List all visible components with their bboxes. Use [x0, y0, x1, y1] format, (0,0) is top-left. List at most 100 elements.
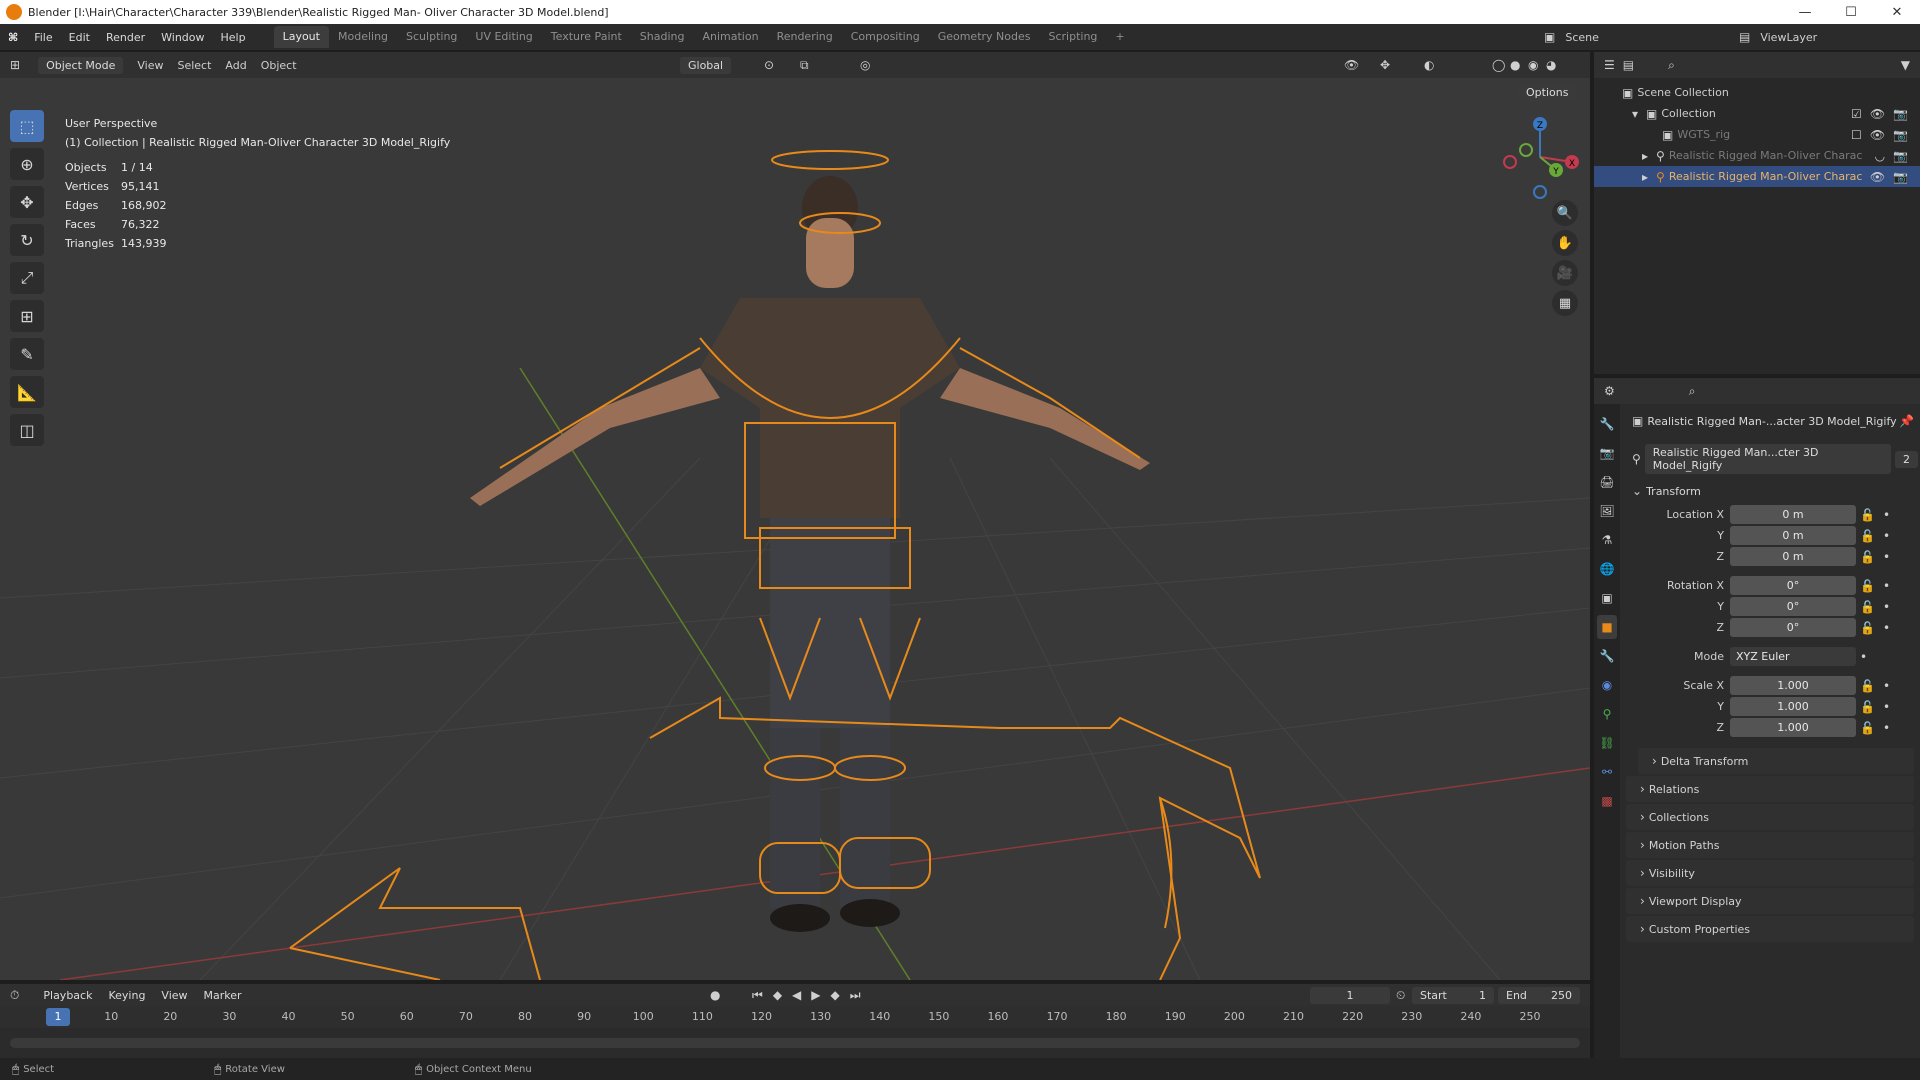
- render-camera-icon[interactable]: 📷: [1893, 107, 1908, 121]
- tab-scripting[interactable]: Scripting: [1039, 26, 1106, 48]
- render-tab-icon[interactable]: 📷: [1597, 441, 1617, 465]
- collections-panel[interactable]: › Collections: [1626, 804, 1914, 830]
- shading-material-icon[interactable]: ◉: [1528, 58, 1538, 72]
- tool-tab-icon[interactable]: 🔧: [1597, 412, 1617, 436]
- object-name[interactable]: Realistic Rigged Man-...acter 3D Model_R…: [1647, 415, 1896, 428]
- tab-compositing[interactable]: Compositing: [842, 26, 929, 48]
- lock-icon[interactable]: 🔓: [1860, 700, 1875, 714]
- constraints-tab-icon[interactable]: ⛓: [1597, 731, 1617, 755]
- jump-end-icon[interactable]: ⏭: [850, 988, 861, 1003]
- menu-timeline-view[interactable]: View: [153, 987, 195, 1004]
- overlay-icon[interactable]: ◐: [1424, 58, 1434, 72]
- search-icon[interactable]: ⌕: [1689, 384, 1696, 399]
- menu-playback[interactable]: Playback: [35, 987, 100, 1004]
- keyframe-dot-icon[interactable]: •: [1883, 621, 1890, 635]
- world-tab-icon[interactable]: 🌐: [1597, 557, 1617, 581]
- lock-icon[interactable]: 🔓: [1860, 579, 1875, 593]
- checkbox-icon[interactable]: ☑: [1851, 107, 1862, 121]
- menu-help[interactable]: Help: [213, 31, 254, 44]
- output-tab-icon[interactable]: 🖨: [1597, 470, 1617, 494]
- gizmo-icon[interactable]: ✥: [1380, 58, 1390, 72]
- custom-properties-panel[interactable]: › Custom Properties: [1626, 916, 1914, 942]
- menu-edit[interactable]: Edit: [61, 31, 98, 44]
- shading-rendered-icon[interactable]: ◕: [1546, 58, 1556, 72]
- tab-animation[interactable]: Animation: [693, 26, 767, 48]
- location-z-field[interactable]: 0 m: [1730, 547, 1856, 566]
- pan-hand-icon[interactable]: ✋: [1552, 230, 1578, 256]
- move-icon[interactable]: ✥: [10, 186, 44, 218]
- measure-icon[interactable]: 📐: [10, 376, 44, 408]
- viewlayer-icon[interactable]: ▤: [1739, 30, 1750, 44]
- bone-tab-icon[interactable]: ⚲: [1597, 702, 1617, 726]
- maximize-icon[interactable]: ☐: [1828, 0, 1874, 24]
- viewport-3d[interactable]: User Perspective (1) Collection | Realis…: [0, 78, 1590, 980]
- shading-wireframe-icon[interactable]: ◯: [1492, 58, 1505, 72]
- add-cube-icon[interactable]: ◫: [10, 414, 44, 446]
- scale-x-field[interactable]: 1.000: [1730, 676, 1856, 695]
- scene-icon[interactable]: ▣: [1544, 30, 1555, 44]
- zoom-icon[interactable]: 🔍: [1552, 200, 1578, 226]
- filter-icon[interactable]: ▼: [1901, 58, 1910, 72]
- visibility-panel[interactable]: › Visibility: [1626, 860, 1914, 886]
- view-layer-tab-icon[interactable]: 🖼: [1597, 499, 1617, 523]
- playhead[interactable]: 1: [46, 1008, 70, 1026]
- scene-tab-icon[interactable]: ⚗: [1597, 528, 1617, 552]
- options-dropdown[interactable]: Options: [1518, 84, 1577, 101]
- start-frame-field[interactable]: Start 1: [1412, 986, 1494, 1004]
- lock-icon[interactable]: 🔓: [1860, 679, 1875, 693]
- end-frame-field[interactable]: End 250: [1498, 986, 1580, 1004]
- proportional-icon[interactable]: ◎: [860, 58, 870, 72]
- tab-rendering[interactable]: Rendering: [768, 26, 842, 48]
- viewport-display-panel[interactable]: › Viewport Display: [1626, 888, 1914, 914]
- transform-section-header[interactable]: ⌄ Transform: [1622, 478, 1918, 504]
- menu-select[interactable]: Select: [177, 59, 211, 72]
- cursor-icon[interactable]: ⊕: [10, 148, 44, 180]
- menu-window[interactable]: Window: [153, 31, 212, 44]
- viewlayer-name[interactable]: ViewLayer: [1760, 31, 1817, 44]
- user-count[interactable]: 2: [1895, 450, 1918, 468]
- camera-icon[interactable]: 🎥: [1552, 260, 1578, 286]
- current-frame-field[interactable]: 1: [1310, 986, 1390, 1004]
- data-tab-icon[interactable]: ⚯: [1597, 760, 1617, 784]
- menu-view[interactable]: View: [137, 59, 163, 72]
- tab-shading[interactable]: Shading: [631, 26, 694, 48]
- delta-transform-panel[interactable]: › Delta Transform: [1638, 748, 1914, 774]
- eye-icon[interactable]: 👁: [1870, 128, 1885, 142]
- expand-arrow-icon[interactable]: ▸: [1642, 170, 1648, 184]
- navigation-gizmo[interactable]: Z X Y: [1500, 112, 1580, 202]
- keyframe-dot-icon[interactable]: •: [1883, 550, 1890, 564]
- annotate-icon[interactable]: ✎: [10, 338, 44, 370]
- scale-z-field[interactable]: 1.000: [1730, 718, 1856, 737]
- location-x-field[interactable]: 0 m: [1730, 505, 1856, 524]
- lock-icon[interactable]: 🔓: [1860, 550, 1875, 564]
- collection-tab-icon[interactable]: ▣: [1597, 586, 1617, 610]
- next-keyframe-icon[interactable]: ◆: [831, 988, 840, 1003]
- tab-geometry-nodes[interactable]: Geometry Nodes: [929, 26, 1040, 48]
- timeline-scrollbar[interactable]: [10, 1038, 1580, 1048]
- outliner-row-rigify[interactable]: ▸ ⚲ Realistic Rigged Man-Oliver Charac 👁…: [1594, 166, 1920, 187]
- pin-icon[interactable]: 📌: [1899, 414, 1914, 428]
- menu-render[interactable]: Render: [98, 31, 153, 44]
- relations-panel[interactable]: › Relations: [1626, 776, 1914, 802]
- stopwatch-icon[interactable]: ⏲: [1396, 988, 1405, 1003]
- tab-modeling[interactable]: Modeling: [329, 26, 397, 48]
- blender-menu-icon[interactable]: ⌘: [0, 31, 26, 44]
- render-camera-icon[interactable]: 📷: [1893, 128, 1908, 142]
- play-reverse-icon[interactable]: ◀: [792, 988, 801, 1003]
- menu-file[interactable]: File: [26, 31, 60, 44]
- jump-start-icon[interactable]: ⏮: [752, 988, 763, 1003]
- eye-icon[interactable]: 👁: [1870, 107, 1885, 121]
- render-camera-icon[interactable]: 📷: [1893, 149, 1908, 163]
- outliner-editor-icon[interactable]: ☰: [1604, 58, 1615, 72]
- lock-icon[interactable]: 🔓: [1860, 721, 1875, 735]
- physics-tab-icon[interactable]: ◉: [1597, 673, 1617, 697]
- eye-icon[interactable]: 👁: [1870, 170, 1885, 184]
- timeline-ruler[interactable]: 10 20 30 40 50 60 70 80 90 100 110 120 130 140 150 160 1…: [0, 1006, 1590, 1028]
- render-camera-icon[interactable]: 📷: [1893, 170, 1908, 184]
- search-icon[interactable]: ⌕: [1668, 58, 1675, 73]
- rotation-x-field[interactable]: 0°: [1730, 576, 1856, 595]
- menu-object[interactable]: Object: [261, 59, 297, 72]
- timeline-editor-icon[interactable]: ⏱: [10, 988, 19, 1003]
- menu-add[interactable]: Add: [225, 59, 246, 72]
- minimize-icon[interactable]: —: [1782, 0, 1828, 24]
